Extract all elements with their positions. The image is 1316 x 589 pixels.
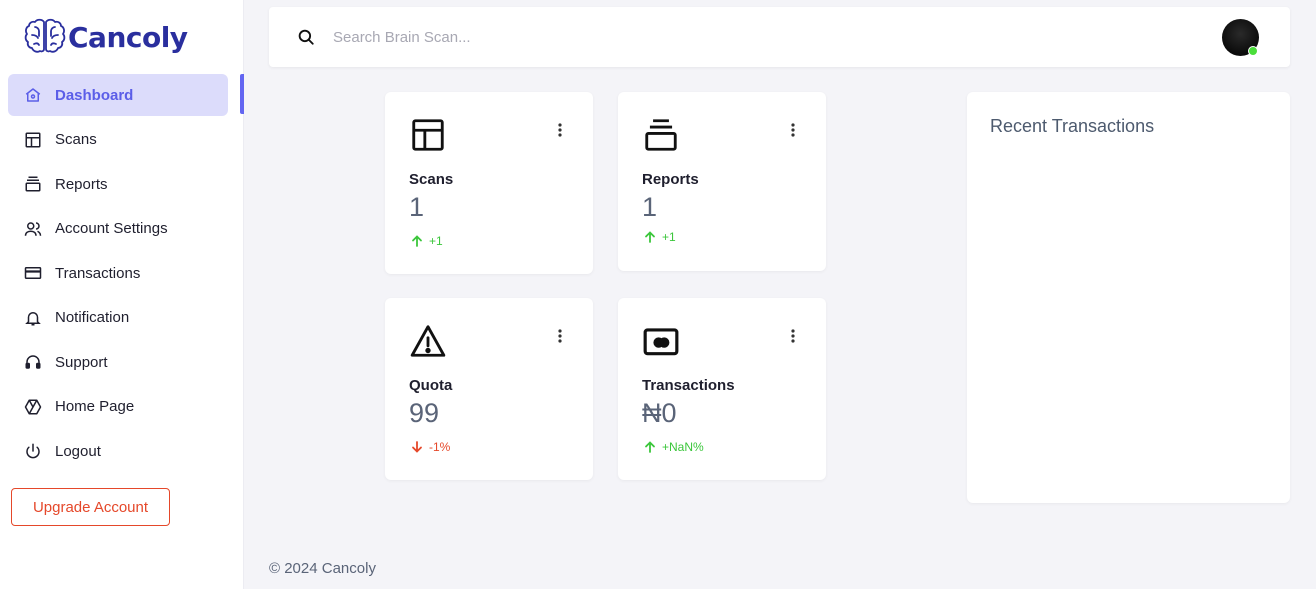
warning-icon (409, 322, 447, 360)
recent-transactions-title: Recent Transactions (990, 116, 1155, 136)
sidebar-item-label: Scans (55, 131, 97, 148)
card-delta-value: -1% (429, 440, 451, 454)
card-delta-value: +NaN% (662, 440, 704, 454)
card-value: 99 (409, 398, 440, 428)
card-delta: -1% (411, 440, 450, 454)
footer: © 2024 Cancoly (269, 560, 376, 577)
card-delta-value: +1 (429, 234, 443, 248)
search-input[interactable] (333, 23, 933, 51)
card-delta-value: +1 (662, 230, 676, 244)
sidebar-item-label: Dashboard (55, 86, 134, 104)
logo[interactable]: Cancoly (24, 16, 188, 58)
search-icon[interactable] (297, 28, 315, 46)
online-status-dot (1248, 46, 1258, 56)
layout-icon (409, 116, 447, 154)
sidebar-item-label: Home Page (55, 398, 135, 415)
sidebar: Cancoly Dashboard Scans Reports Account … (0, 0, 244, 589)
sidebar-item-transactions[interactable]: Transactions (8, 252, 228, 294)
sidebar-item-label: Logout (55, 442, 101, 460)
sidebar-item-logout[interactable]: Logout (8, 430, 228, 472)
sidebar-nav: Dashboard Scans Reports Account Settings… (0, 74, 244, 475)
card-delta: +NaN% (644, 440, 704, 454)
arrow-up-icon (645, 441, 655, 453)
credit-card-icon (24, 264, 42, 282)
arrow-up-icon (412, 235, 422, 247)
upgrade-account-button[interactable]: Upgrade Account (11, 488, 170, 526)
recent-transactions-panel: Recent Transactions (967, 92, 1290, 503)
bell-icon (24, 309, 42, 327)
card-value: 1 (642, 192, 658, 222)
card-label: Quota (409, 377, 453, 394)
more-options-icon[interactable] (790, 122, 796, 138)
card-delta: +1 (644, 230, 676, 244)
sidebar-item-home-page[interactable]: Home Page (8, 386, 228, 428)
sidebar-item-notification[interactable]: Notification (8, 297, 228, 339)
cash-icon (642, 322, 680, 360)
headset-icon (24, 353, 42, 371)
card-delta: +1 (411, 234, 443, 248)
card-label: Reports (642, 171, 699, 188)
brand-name: Cancoly (68, 20, 188, 54)
card-label: Transactions (642, 377, 735, 394)
card-value: 1 (409, 192, 425, 222)
power-icon (24, 442, 42, 460)
sidebar-item-dashboard[interactable]: Dashboard (8, 74, 228, 116)
card-value: ₦0 (642, 398, 677, 428)
sidebar-item-label: Transactions (55, 264, 141, 282)
sidebar-item-label: Reports (55, 175, 108, 193)
home-icon (24, 86, 42, 104)
stack-icon (642, 116, 680, 154)
card-label: Scans (409, 171, 454, 188)
stat-card-transactions: Transactions ₦0 +NaN% (618, 298, 826, 480)
active-nav-indicator (240, 74, 244, 114)
sidebar-item-support[interactable]: Support (8, 341, 228, 383)
sidebar-item-account-settings[interactable]: Account Settings (8, 208, 228, 250)
more-options-icon[interactable] (790, 328, 796, 344)
users-icon (24, 220, 42, 238)
sidebar-item-label: Account Settings (55, 220, 168, 237)
stat-card-quota: Quota 99 -1% (385, 298, 593, 480)
sidebar-item-label: Notification (55, 309, 130, 326)
sidebar-item-scans[interactable]: Scans (8, 119, 228, 161)
arrow-up-icon (645, 231, 655, 243)
sidebar-item-reports[interactable]: Reports (8, 163, 228, 205)
stack-icon (24, 175, 42, 193)
brain-icon (24, 18, 66, 53)
stat-card-reports: Reports 1 +1 (618, 92, 826, 271)
web-icon (24, 398, 42, 416)
top-bar (269, 7, 1290, 67)
stat-card-scans: Scans 1 +1 (385, 92, 593, 274)
layout-icon (24, 131, 42, 149)
sidebar-item-label: Support (55, 353, 108, 371)
arrow-down-icon (412, 441, 422, 453)
more-options-icon[interactable] (557, 122, 563, 138)
more-options-icon[interactable] (557, 328, 563, 344)
